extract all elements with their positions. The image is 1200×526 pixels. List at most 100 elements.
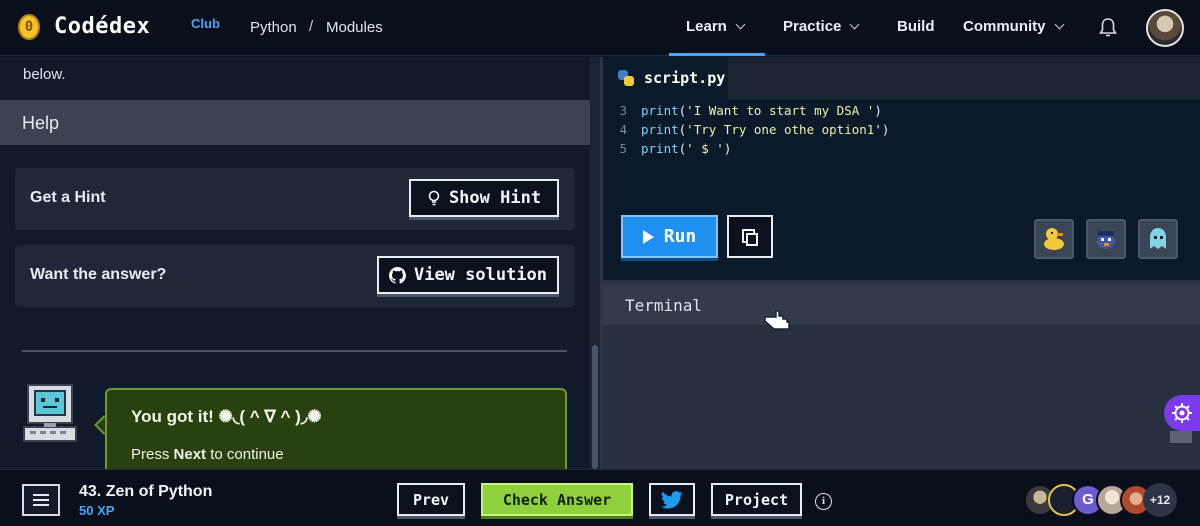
nav-community-label: Community [963, 18, 1046, 35]
xp-badge: 50 XP [79, 503, 115, 518]
computer-mascot-icon [23, 384, 77, 442]
nav-build[interactable]: Build [897, 18, 935, 35]
chevron-down-icon [735, 19, 746, 30]
menu-icon [33, 504, 49, 506]
bottom-bar: 43. Zen of Python 50 XP Prev Check Answe… [0, 469, 1200, 526]
chevron-down-icon [1054, 19, 1064, 30]
press-text: Press [131, 446, 170, 463]
nav-build-label: Build [897, 18, 935, 35]
line-number: 5 [619, 141, 627, 156]
terminal-title: Terminal [625, 296, 703, 315]
code-line[interactable]: 3 print('I Want to start my DSA ') [603, 103, 1200, 122]
tab-script-py[interactable]: script.py [603, 57, 728, 99]
code-editor[interactable]: script.py 3 print('I Want to start my DS… [603, 57, 1200, 280]
bird-icon [1097, 231, 1115, 249]
show-hint-label: Show Hint [448, 188, 542, 208]
terminal-output[interactable] [603, 325, 1200, 469]
terminal-header: Terminal [603, 285, 1200, 325]
code-function: print [641, 103, 679, 118]
continue-instruction: Press Next to continue [131, 446, 284, 463]
breadcrumb-section[interactable]: Modules [326, 19, 383, 36]
lesson-menu-button[interactable] [22, 484, 60, 516]
ghost-pet-button[interactable] [1138, 219, 1178, 259]
gear-icon [1172, 403, 1192, 423]
section-divider [22, 350, 567, 352]
view-solution-label: View solution [413, 265, 548, 285]
bird-pet-button[interactable] [1086, 219, 1126, 259]
ghost-icon [1150, 228, 1166, 249]
solution-card: Want the answer? View solution [15, 245, 575, 307]
nav-learn[interactable]: Learn [686, 18, 746, 35]
logo-club-label: Club [191, 16, 220, 31]
run-button[interactable]: Run [621, 215, 718, 258]
code-string: 'I Want to start my DSA ' [686, 103, 875, 118]
prev-label: Prev [412, 490, 450, 509]
copy-icon [742, 228, 758, 246]
prev-button[interactable]: Prev [397, 483, 465, 516]
code-string: 'Try Try one othe option1' [686, 122, 882, 137]
code-function: print [641, 141, 679, 156]
copy-button[interactable] [727, 215, 773, 258]
tab-label: script.py [644, 69, 726, 87]
instructions-text: below. [23, 66, 66, 83]
breadcrumb-course[interactable]: Python [250, 19, 297, 36]
instructions-panel: below. Help Get a Hint Show Hint Want th… [0, 57, 590, 469]
play-icon [642, 229, 654, 244]
help-header: Help [0, 100, 590, 145]
help-title: Help [22, 113, 60, 133]
duck-pet-button[interactable] [1034, 219, 1074, 259]
nav-learn-label: Learn [686, 18, 727, 35]
more-learners-count[interactable]: +12 [1143, 483, 1177, 517]
continue-text: to continue [210, 446, 284, 463]
code-function: print [641, 122, 679, 137]
lesson-title: 43. Zen of Python [79, 483, 213, 500]
view-solution-button[interactable]: View solution [377, 256, 559, 294]
twitter-share-button[interactable] [649, 483, 695, 516]
nav-practice-label: Practice [783, 18, 842, 35]
logo-wordmark[interactable]: Codédex [54, 14, 150, 39]
success-title: You got it! ✺◟( ^ ∇ ^ )◞✺ [131, 407, 322, 426]
fab-handle[interactable] [1170, 431, 1192, 443]
pointer-hand-icon [764, 310, 790, 330]
duck-icon [1044, 228, 1064, 250]
hint-card: Get a Hint Show Hint [15, 168, 575, 230]
settings-fab[interactable] [1164, 395, 1200, 431]
bulb-icon [428, 190, 440, 206]
code-paren: ( [678, 141, 687, 156]
nav-practice[interactable]: Practice [783, 18, 860, 35]
github-icon [388, 266, 406, 284]
user-avatar[interactable] [1146, 9, 1184, 47]
answer-label: Want the answer? [30, 266, 167, 283]
breadcrumb-separator: / [309, 18, 314, 35]
code-paren: ( [678, 103, 687, 118]
left-scrollbar-thumb[interactable] [592, 345, 598, 469]
editor-tabbar: script.py [603, 57, 1200, 99]
show-hint-button[interactable]: Show Hint [409, 179, 559, 217]
menu-icon [33, 499, 49, 501]
next-keyword: Next [173, 446, 207, 463]
menu-icon [33, 494, 49, 496]
twitter-icon [661, 490, 683, 509]
project-label: Project [724, 490, 789, 509]
run-label: Run [663, 226, 697, 247]
top-nav: 0 Codédex Club Python / Modules Learn Pr… [0, 0, 1200, 56]
active-nav-indicator [669, 53, 765, 56]
code-line[interactable]: 4 print('Try Try one othe option1') [603, 122, 1200, 141]
project-button[interactable]: Project [711, 483, 802, 516]
hint-label: Get a Hint [30, 189, 106, 206]
success-message: You got it! ✺◟( ^ ∇ ^ )◞✺ Press Next to … [105, 388, 567, 469]
code-lines[interactable]: 3 print('I Want to start my DSA ') 4 pri… [603, 103, 1200, 160]
chevron-down-icon [849, 19, 860, 30]
nav-community[interactable]: Community [963, 18, 1064, 35]
info-icon[interactable]: i [815, 493, 832, 510]
code-line[interactable]: 5 print(' $ ') [603, 141, 1200, 160]
line-number: 3 [619, 103, 627, 118]
check-answer-button[interactable]: Check Answer [481, 483, 633, 516]
code-paren: ) [723, 141, 732, 156]
line-number: 4 [619, 122, 627, 137]
python-icon [618, 70, 634, 86]
check-answer-label: Check Answer [502, 490, 612, 509]
bell-icon[interactable] [1098, 17, 1118, 39]
code-string: ' $ ' [686, 141, 724, 156]
logo-coin-icon[interactable]: 0 [18, 14, 40, 40]
